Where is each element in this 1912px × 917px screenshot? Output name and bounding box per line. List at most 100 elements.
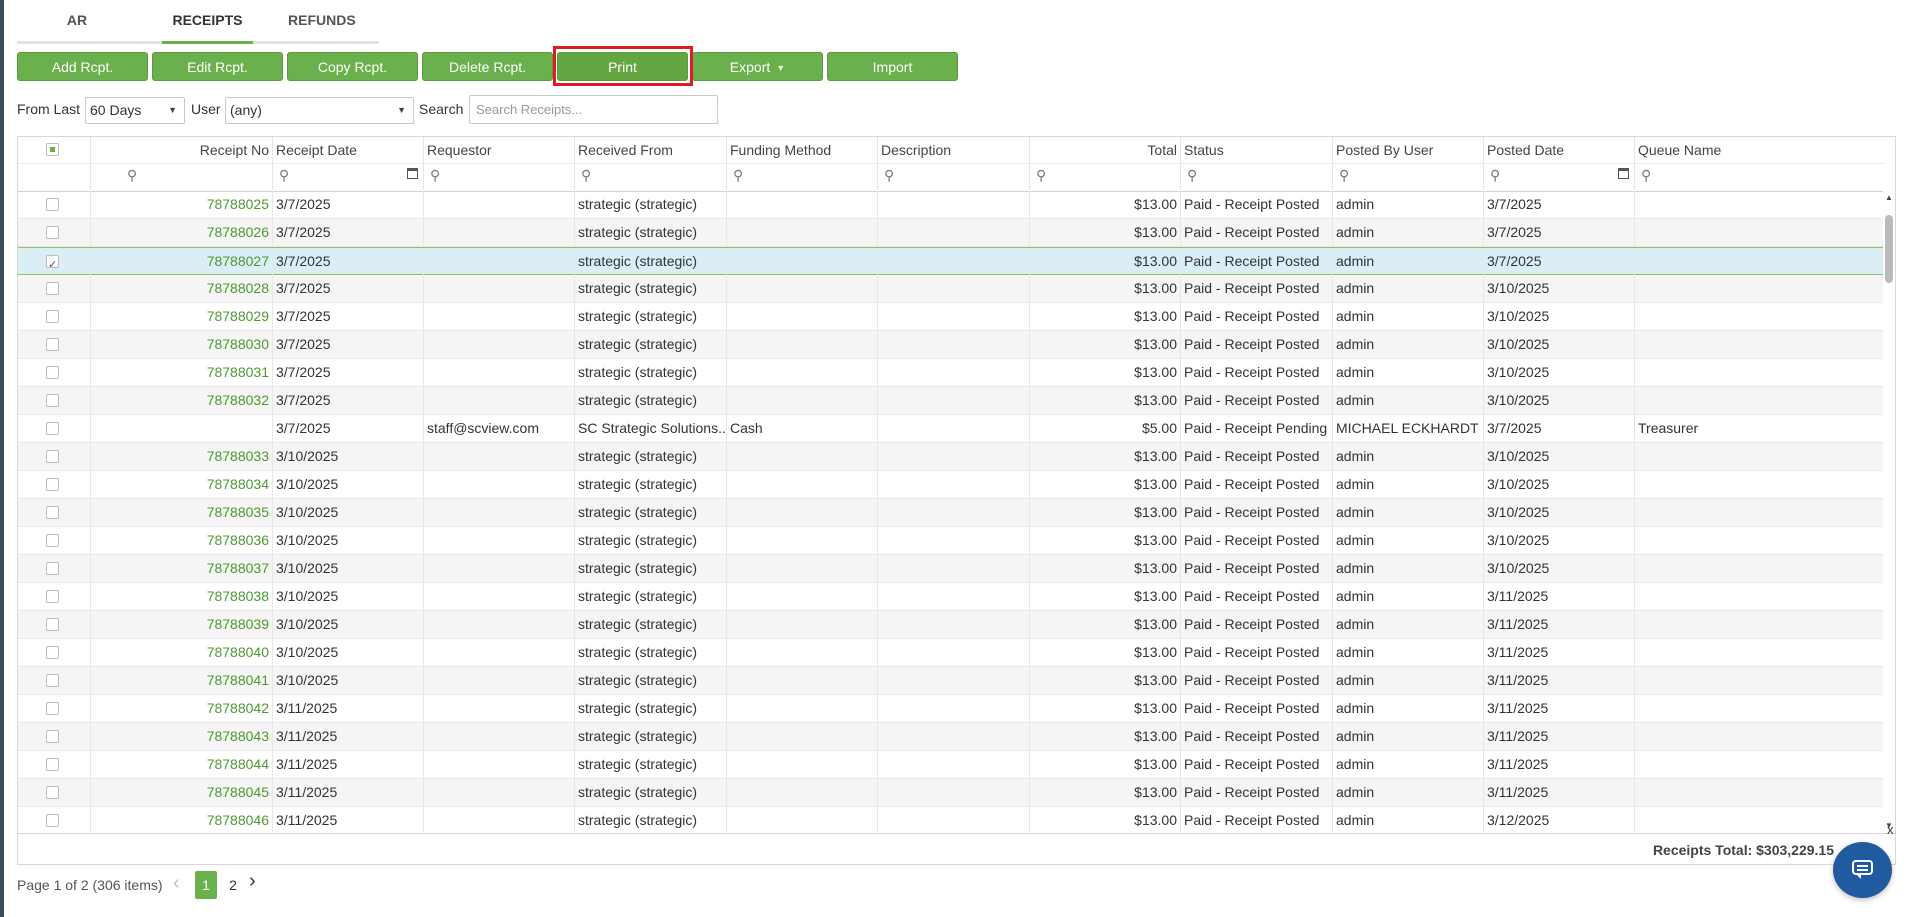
cell-receipt-no[interactable]: 78788036: [90, 527, 272, 554]
import-button[interactable]: Import: [827, 52, 958, 81]
cell-receipt-no[interactable]: 78788029: [90, 303, 272, 330]
row-checkbox[interactable]: [46, 310, 59, 323]
col-posted-date[interactable]: Posted Date: [1483, 137, 1634, 163]
select-all-checkbox[interactable]: [46, 143, 59, 156]
row-checkbox[interactable]: [46, 590, 59, 603]
tab-receipts[interactable]: RECEIPTS: [162, 0, 253, 44]
cell-receipt-no[interactable]: 78788025: [90, 191, 272, 218]
col-total[interactable]: Total: [1029, 137, 1180, 163]
row-checkbox[interactable]: [46, 282, 59, 295]
table-row[interactable]: ▶3/7/2025staff@scview.comSC Strategic So…: [18, 415, 1885, 443]
print-button[interactable]: Print: [557, 52, 688, 81]
cell-receipt-no[interactable]: [90, 415, 272, 442]
tab-refunds[interactable]: REFUNDS: [288, 0, 356, 41]
export-button[interactable]: Export ▼: [692, 52, 823, 81]
table-row[interactable]: ▶787880353/10/2025strategic (strategic)$…: [18, 499, 1885, 527]
row-checkbox[interactable]: [46, 338, 59, 351]
row-checkbox[interactable]: [46, 394, 59, 407]
table-row[interactable]: ▶787880263/7/2025strategic (strategic)$1…: [18, 219, 1885, 247]
filter-funding-method[interactable]: ⚲: [726, 163, 877, 190]
cell-receipt-no[interactable]: 78788041: [90, 667, 272, 694]
table-row[interactable]: ▶787880303/7/2025 strategic (strategic) $1…: [18, 331, 1885, 359]
col-requestor[interactable]: Requestor: [423, 137, 574, 163]
cell-receipt-no[interactable]: 78788026: [90, 219, 272, 246]
row-checkbox[interactable]: [46, 478, 59, 491]
table-row[interactable]: ▶787880343/10/2025strategic (strategic)$…: [18, 471, 1885, 499]
cell-receipt-no[interactable]: 78788046: [90, 807, 272, 832]
cell-receipt-no[interactable]: 78788032: [90, 387, 272, 414]
row-checkbox[interactable]: [46, 814, 59, 827]
row-checkbox[interactable]: [46, 786, 59, 799]
edit-receipt-button[interactable]: Edit Rcpt.: [152, 52, 283, 81]
scroll-thumb[interactable]: [1885, 215, 1893, 283]
table-row[interactable]: ▶787880373/10/2025strategic (strategic)$…: [18, 555, 1885, 583]
cell-receipt-no[interactable]: 78788027: [90, 248, 272, 275]
table-row[interactable]: ▶787880363/10/2025strategic (strategic)$…: [18, 527, 1885, 555]
cell-receipt-no[interactable]: 78788039: [90, 611, 272, 638]
filter-description[interactable]: ⚲: [877, 163, 1029, 190]
filter-total[interactable]: ⚲: [1029, 163, 1180, 190]
filter-receipt-no[interactable]: ⚲: [90, 163, 272, 190]
row-checkbox[interactable]: [46, 506, 59, 519]
filter-requestor[interactable]: ⚲: [423, 163, 574, 190]
table-row[interactable]: ▶787880323/7/2025 strategic (strategic) $1…: [18, 387, 1885, 415]
row-checkbox[interactable]: [46, 758, 59, 771]
table-row[interactable]: ▶787880423/11/2025strategic (strategic)$…: [18, 695, 1885, 723]
cell-receipt-no[interactable]: 78788038: [90, 583, 272, 610]
row-checkbox[interactable]: [46, 366, 59, 379]
filter-received-from[interactable]: ⚲: [574, 163, 726, 190]
col-description[interactable]: Description: [877, 137, 1029, 163]
cell-receipt-no[interactable]: 78788035: [90, 499, 272, 526]
delete-receipt-button[interactable]: Delete Rcpt.: [422, 52, 553, 81]
close-icon[interactable]: x: [1887, 822, 1894, 837]
copy-receipt-button[interactable]: Copy Rcpt.: [287, 52, 418, 81]
filter-queue-name[interactable]: ⚲: [1634, 163, 1885, 190]
col-received-from[interactable]: Received From: [574, 137, 726, 163]
row-checkbox[interactable]: [46, 562, 59, 575]
cell-receipt-no[interactable]: 78788037: [90, 555, 272, 582]
table-row[interactable]: ▶787880453/11/2025strategic (strategic)$…: [18, 779, 1885, 807]
table-row[interactable]: ▶787880333/10/2025strategic (strategic)$…: [18, 443, 1885, 471]
cell-receipt-no[interactable]: 78788034: [90, 471, 272, 498]
calendar-icon[interactable]: [407, 168, 418, 179]
cell-receipt-no[interactable]: 78788033: [90, 443, 272, 470]
table-row[interactable]: ▶787880393/10/2025 strategic (strategic) $…: [18, 611, 1885, 639]
row-checkbox[interactable]: [46, 252, 59, 275]
col-status[interactable]: Status: [1180, 137, 1332, 163]
row-checkbox[interactable]: [46, 534, 59, 547]
table-row[interactable]: ▶787880403/10/2025 strategic (strategic) $…: [18, 639, 1885, 667]
tab-ar-invoices[interactable]: AR INVOICES: [34, 0, 120, 68]
user-select[interactable]: (any) ▼: [225, 97, 414, 124]
filter-posted-by-user[interactable]: ⚲: [1332, 163, 1483, 190]
add-receipt-button[interactable]: Add Rcpt.: [17, 52, 148, 81]
row-checkbox[interactable]: [46, 618, 59, 631]
row-checkbox[interactable]: [46, 674, 59, 687]
table-row[interactable]: ▶787880253/7/2025strategic (strategic)$1…: [18, 191, 1885, 219]
table-row[interactable]: ▶787880383/10/2025 strategic (strategic) $…: [18, 583, 1885, 611]
col-posted-by-user[interactable]: Posted By User: [1332, 137, 1483, 163]
cell-receipt-no[interactable]: 78788040: [90, 639, 272, 666]
cell-receipt-no[interactable]: 78788028: [90, 275, 272, 302]
filter-posted-date[interactable]: ⚲: [1483, 163, 1634, 190]
row-checkbox[interactable]: [46, 422, 59, 435]
col-receipt-no[interactable]: Receipt No: [90, 137, 272, 163]
cell-receipt-no[interactable]: 78788043: [90, 723, 272, 750]
page-1-button[interactable]: 1: [195, 871, 217, 899]
table-row[interactable]: ▶787880433/11/2025strategic (strategic)$…: [18, 723, 1885, 751]
filter-status[interactable]: ⚲: [1180, 163, 1332, 190]
row-checkbox[interactable]: [46, 198, 59, 211]
cell-receipt-no[interactable]: 78788031: [90, 359, 272, 386]
filter-receipt-date[interactable]: ⚲: [272, 163, 423, 190]
col-receipt-date[interactable]: Receipt Date: [272, 137, 423, 163]
chat-button[interactable]: [1833, 842, 1892, 898]
calendar-icon[interactable]: [1618, 168, 1629, 179]
col-funding-method[interactable]: Funding Method: [726, 137, 877, 163]
table-row[interactable]: ▶787880413/10/2025 strategic (strategic) $…: [18, 667, 1885, 695]
table-row[interactable]: ▶787880273/7/2025strategic (strategic)$1…: [18, 247, 1885, 275]
row-checkbox[interactable]: [46, 730, 59, 743]
row-checkbox[interactable]: [46, 226, 59, 239]
table-row[interactable]: ▶787880293/7/2025 strategic (strategic) $1…: [18, 303, 1885, 331]
row-checkbox[interactable]: [46, 702, 59, 715]
table-row[interactable]: ▶787880463/11/2025 strategic (strategic) $…: [18, 807, 1885, 832]
page-2-button[interactable]: 2: [222, 871, 244, 899]
